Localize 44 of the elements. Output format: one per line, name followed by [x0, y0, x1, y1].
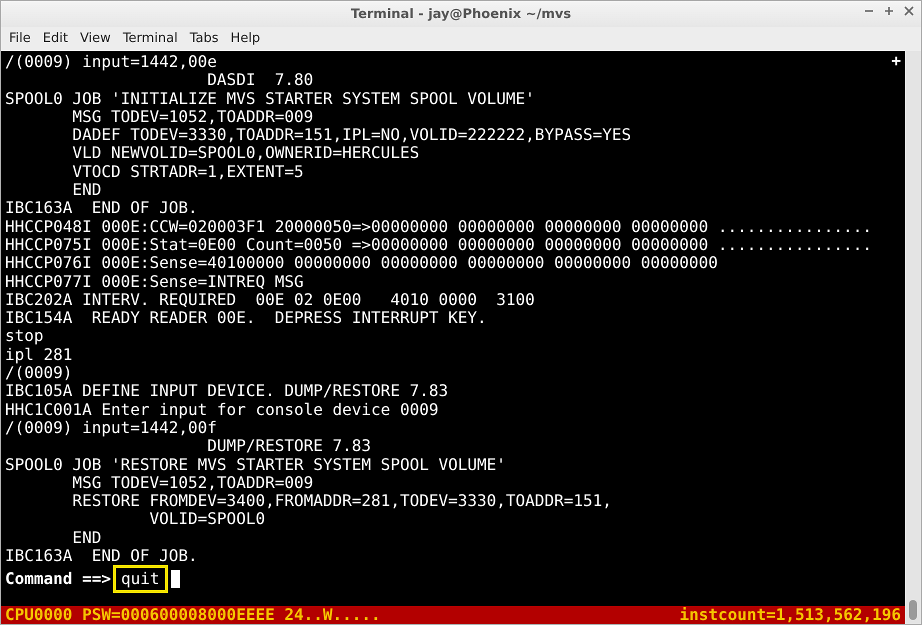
terminal-line: IBC154A READY READER 00E. DEPRESS INTERRUPT KEY. [5, 309, 487, 328]
close-icon[interactable] [903, 5, 915, 17]
terminal-line: /(0009) input=1442,00f [5, 418, 217, 438]
menu-item[interactable]: Terminal [116, 28, 184, 48]
terminal-line: HHCCP075I 000E:Stat=0E00 Count=0050 =>00000000 00000000 00000000 00000000 ................ [5, 236, 872, 254]
terminal-line: DASDI 7.80 [207, 71, 314, 90]
terminal-line: /(0009) [5, 364, 72, 382]
terminal-line: /(0009) input=1442,00e [5, 53, 217, 72]
window-title: Terminal - jay@Phoenix ~/mvs [350, 6, 572, 22]
terminal-line: MSG TODEV=1052,TOADDR=009 [71, 474, 314, 492]
menu-item[interactable]: Tabs [184, 28, 225, 48]
terminal-line: IBC202A INTERV. REQUIRED 00E 02 0E00 4010 0000 3100 [5, 290, 535, 310]
instruction-count: instcount=1,513,562,196 [679, 606, 901, 624]
menu-item[interactable]: View [74, 28, 117, 48]
terminal-line: SPOOL0 JOB 'RESTORE MVS STARTER SYSTEM SPOOL VOLUME' [5, 456, 506, 474]
terminal-line: IBC105A DEFINE INPUT DEVICE. DUMP/RESTORE 7.83 [5, 382, 448, 401]
status-psw: CPU0000 PSW=000600008000EEEE 24..W..... [5, 606, 381, 624]
terminal-line: DADEF TODEV=3330,TOADDR=151,IPL=NO,VOLID=222222,BYPASS=YES [71, 126, 632, 144]
scroll-thumb[interactable] [909, 600, 917, 620]
terminal-line: IBC163A END OF JOB. [5, 547, 198, 566]
maximize-icon[interactable] [883, 5, 895, 17]
terminal-line: END [71, 528, 102, 548]
terminal-line: HHCCP076I 000E:Sense=40100000 00000000 00000000 00000000 00000000 00000000 [5, 254, 718, 273]
menu-item[interactable]: Edit [36, 28, 74, 48]
terminal-line: RESTORE FROMDEV=3400,FROMADDR=281,TODEV=3330,TOADDR=151, [71, 492, 612, 510]
terminal-line: ipl 281 [5, 346, 72, 364]
terminal-line: VLD NEWVOLID=SPOOL0,OWNERID=HERCULES [71, 144, 420, 163]
terminal-line: IBC163A END OF JOB. [5, 199, 198, 218]
terminal-line: stop [5, 327, 44, 346]
terminal-line: HHCCP077I 000E:Sense=INTREQ MSG [5, 272, 304, 291]
terminal-line: DUMP/RESTORE 7.83 [207, 437, 372, 456]
plus-marker: + [891, 52, 901, 70]
menu-item[interactable]: File [3, 28, 37, 48]
terminal-line: SPOOL0 JOB 'INITIALIZE MVS STARTER SYSTEM SPOOL VOLUME' [5, 90, 535, 108]
terminal-line: HHCCP048I 000E:CCW=020003F1 20000050=>00000000 00000000 00000000 00000000 ................ [5, 218, 872, 236]
terminal-line: END [71, 181, 102, 200]
terminal-line: HHC1C001A Enter input for console device 0009 [5, 400, 438, 419]
command-prompt: Command ==> [5, 570, 111, 588]
command-input[interactable]: quit [112, 565, 168, 594]
text-cursor [170, 570, 180, 588]
terminal-line: VTOCD STRTADR=1,EXTENT=5 [71, 162, 304, 182]
terminal-line: MSG TODEV=1052,TOADDR=009 [71, 108, 314, 126]
menu-item[interactable]: Help [224, 28, 266, 48]
terminal-line: VOLID=SPOOL0 [148, 510, 266, 529]
